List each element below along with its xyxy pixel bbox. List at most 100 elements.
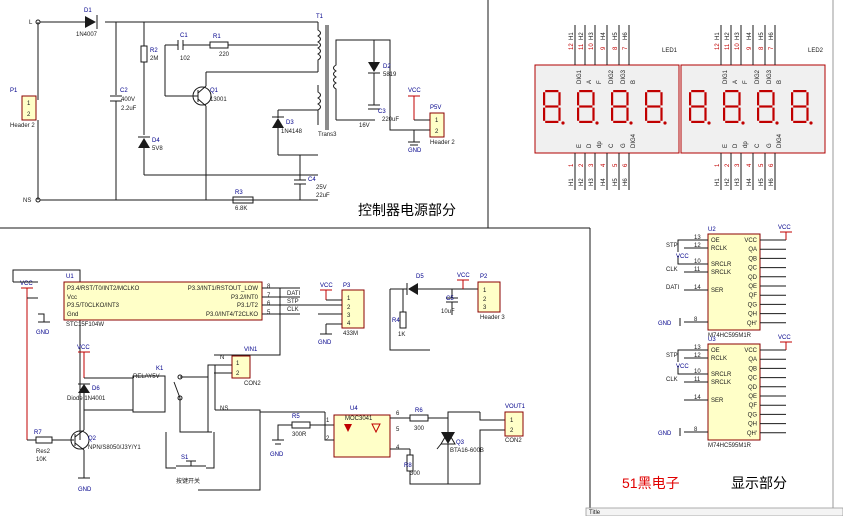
ic-1-left-label-2: RCLK xyxy=(711,246,727,252)
K1-part: RELAY5V xyxy=(133,374,160,380)
led-2-bottom-net-6: H6 xyxy=(769,178,775,186)
led-1-bottom-pin-num-4: 4 xyxy=(601,163,607,167)
led-1-bottom-net-1: H1 xyxy=(569,178,575,186)
D2-ref: D2 xyxy=(383,64,391,70)
VOUT1-connector xyxy=(504,411,524,437)
led-2-bottom-label-5: G xyxy=(767,143,773,148)
P3-part: 433M xyxy=(343,331,358,337)
U4-pin-4: 4 xyxy=(396,445,400,451)
led-1-digit-2-seg-e xyxy=(577,107,580,121)
ic-2-right-label-1: VCC xyxy=(744,348,757,354)
led-2-bottom-label-2: D xyxy=(733,143,739,148)
led-1-digit-1-seg-d xyxy=(545,120,559,123)
led-2-digit-4-seg-d xyxy=(793,120,807,123)
U1-pin-num-5: 5 xyxy=(267,310,271,316)
led-1-top-label-2: A xyxy=(587,80,593,84)
led-2-digit-4-seg-g xyxy=(793,105,807,108)
ic-1-left-label-4: SRCLK xyxy=(711,270,731,276)
led-2-digit-4-dp xyxy=(809,121,813,125)
R1-resistor xyxy=(209,41,229,49)
led-1-digit-1-seg-f xyxy=(543,92,546,106)
led-2-top-label-1: DIG1 xyxy=(723,69,729,84)
led-1-top-label-1: DIG1 xyxy=(577,69,583,84)
gnd-label: GND xyxy=(408,148,422,154)
C2-voltage: 400V xyxy=(121,97,135,103)
led-2-top-label-2: A xyxy=(733,80,739,84)
VOUT1-part: CON2 xyxy=(505,438,522,444)
ic-1-right-label-6: QE xyxy=(748,284,757,290)
led-2-digit-1-seg-d xyxy=(691,120,705,123)
ic-2-right-label-10: QH' xyxy=(747,431,757,437)
led-1-top-pin-num-3: 10 xyxy=(589,43,595,50)
led-1-digit-3-seg-b xyxy=(626,92,629,106)
led-1-digit-3-seg-e xyxy=(611,107,614,121)
led-1-bottom-net-6: H6 xyxy=(623,178,629,186)
T1-transformer xyxy=(317,22,337,130)
led-1-top-net-5: H5 xyxy=(613,32,619,40)
led-2-bottom-pin-num-5: 5 xyxy=(759,163,765,167)
ic-1-vcc-label: VCC xyxy=(778,225,791,231)
led-1-digit-3-seg-a xyxy=(613,90,627,93)
ic-2-right-label-9: QH xyxy=(748,422,757,428)
R6-value: 300 xyxy=(414,426,425,432)
Q3-part: BTA16-600B xyxy=(450,448,484,454)
led-2-digit-2-seg-c xyxy=(738,107,741,121)
led-1-top-label-3: F xyxy=(597,80,603,84)
ic-2-vcc-left: VCC xyxy=(676,364,689,370)
Q3-triac-symbol xyxy=(441,432,455,444)
led-2-bottom-label-1: E xyxy=(723,144,729,148)
led-1-bottom-net-2: H2 xyxy=(579,178,585,186)
led-1-bottom-net-3: H3 xyxy=(589,178,595,186)
led-2-digit-3-seg-e xyxy=(757,107,760,121)
U4-pin-2: 2 xyxy=(326,436,330,442)
R8-value: 300 xyxy=(410,471,421,477)
C5-value: 10uF xyxy=(441,309,455,315)
ic-1-left-num-4: 11 xyxy=(694,267,701,273)
led-2-digit-3-seg-f xyxy=(757,92,760,106)
Q1-ref: Q1 xyxy=(210,88,219,94)
ic-1-right-label-7: QF xyxy=(749,293,758,299)
C4-ref: C4 xyxy=(308,177,316,183)
led-2-top-pin-num-4: 9 xyxy=(747,46,753,50)
ic-1-left-num-3: 10 xyxy=(694,259,701,265)
led-2-top-label-3: F xyxy=(743,80,749,84)
P5V-part: Header 2 xyxy=(430,140,455,146)
led-1-digit-1-seg-b xyxy=(558,92,561,106)
power-section-title: 控制器电源部分 xyxy=(358,202,456,218)
gnd-label: GND xyxy=(36,330,50,336)
led-2-digit-4-seg-b xyxy=(806,92,809,106)
K1-relay-coil xyxy=(132,375,166,413)
gnd-label: GND xyxy=(318,340,332,346)
vcc-label: VCC xyxy=(408,88,421,94)
vcc-label: VCC xyxy=(320,283,333,289)
led-2-bottom-net-5: H5 xyxy=(759,178,765,186)
VIN1-ref: VIN1 xyxy=(244,347,258,353)
C3-capacitance: 220uF xyxy=(382,117,399,123)
led-1-digit-4-seg-c xyxy=(660,107,663,121)
led-1-bottom-label-2: D xyxy=(587,143,593,148)
led-1-bottom-net-4: H4 xyxy=(601,178,607,186)
led-2-digit-2-seg-b xyxy=(738,92,741,106)
ic-1-left-label-1: OE xyxy=(711,238,720,244)
led-1-digit-2-dp xyxy=(595,121,599,125)
ic-2-right-label-5: QD xyxy=(748,385,758,391)
T1-part: Trans3 xyxy=(318,132,337,138)
led-2-bottom-label-6: DIG4 xyxy=(777,133,783,148)
C4-voltage: 25V xyxy=(316,185,327,191)
U1-pin-3-label: P3.5/T0CLKO/INT3 xyxy=(67,303,120,309)
vcc-label: VCC xyxy=(77,345,90,351)
led-2-bottom-pin-num-3: 3 xyxy=(735,163,741,167)
ic-2-right-label-6: QE xyxy=(748,394,757,400)
R7-part: Res2 xyxy=(36,449,51,455)
led-1-top-label-5: DIG3 xyxy=(621,69,627,84)
ic-1-right-label-3: QB xyxy=(748,256,757,262)
VIN1-connector xyxy=(231,355,251,379)
led-1-top-net-1: H1 xyxy=(569,32,575,40)
ic-2-ref: U3 xyxy=(708,337,716,343)
led-2-top-pin-num-2: 11 xyxy=(725,43,731,50)
led-1-digit-3-dp xyxy=(629,121,633,125)
led-2-top-label-5: DIG3 xyxy=(767,69,773,84)
ic-1-right-label-4: QC xyxy=(748,266,758,272)
gnd-label: GND xyxy=(270,452,284,458)
D5-led-symbol xyxy=(408,283,418,295)
